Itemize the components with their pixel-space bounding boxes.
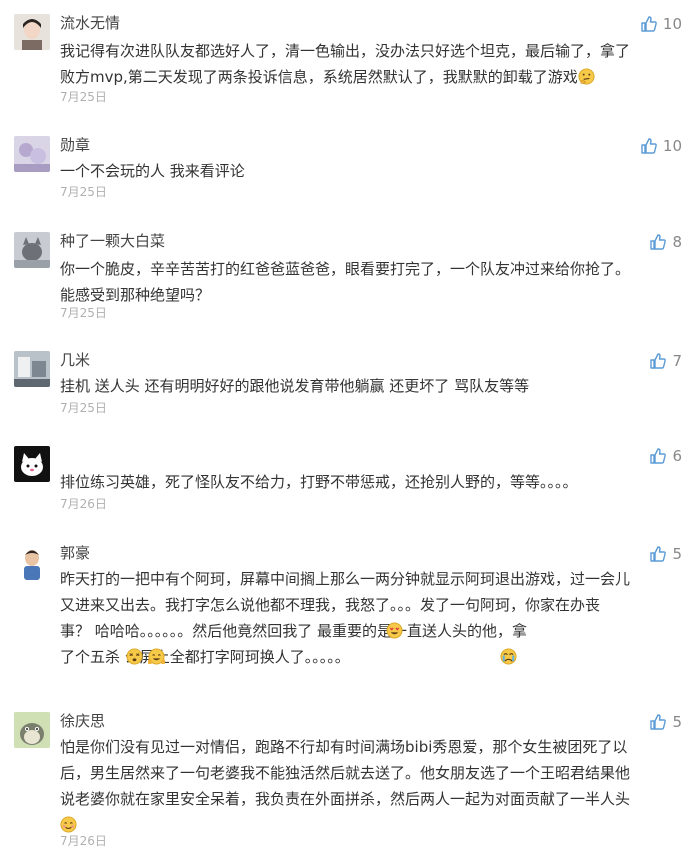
username[interactable]: 种了一颗大白菜 bbox=[60, 230, 165, 251]
comment-line: 怕是你们没有见过一对情侣，跑路不行却有时间满场bibi秀恩爱，那个女生被团死了以 bbox=[60, 738, 628, 756]
comment-line: 挂机 送人头 还有明明好好的跟他说发育带他躺赢 还更坏了 骂队友等等 bbox=[60, 377, 530, 395]
avatar[interactable] bbox=[14, 14, 50, 50]
like-count: 5 bbox=[672, 545, 682, 563]
thumbs-up-icon bbox=[650, 448, 667, 464]
like-count: 10 bbox=[662, 137, 682, 155]
comment-line: 说老婆你就在家里安全呆着，我负责在外面拼杀，然后两人一起为对面贡献了一半人头 bbox=[60, 790, 631, 808]
username[interactable]: 几米 bbox=[60, 349, 90, 370]
thumbs-up-icon bbox=[641, 16, 657, 32]
comment-line: 又进来又出去。我打字怎么说他都不理我，我怒了。。。发了一句阿珂，你家在办丧 bbox=[60, 596, 601, 614]
like-button[interactable]: 7 bbox=[650, 351, 682, 371]
room-photo-avatar bbox=[14, 351, 50, 387]
boy-photo-avatar bbox=[14, 544, 50, 580]
avatar[interactable] bbox=[14, 446, 50, 482]
comment-line-text: 败方mvp,第二天发现了两条投诉信息，系统居然默认了，我默默的卸载了游戏 bbox=[60, 68, 578, 86]
comment-date: 7月25日 bbox=[60, 90, 107, 104]
girl-photo-avatar bbox=[14, 14, 50, 50]
comment-date: 7月26日 bbox=[60, 834, 107, 848]
like-button[interactable]: 10 bbox=[641, 136, 682, 156]
comment-date: 7月26日 bbox=[60, 497, 107, 511]
comment-text: 一个不会玩的人 我来看评论 bbox=[60, 158, 680, 184]
like-button[interactable]: 5 bbox=[650, 544, 682, 564]
thumbs-up-icon bbox=[650, 353, 667, 369]
comment-text: 排位练习英雄，死了怪队友不给力，打野不带惩戒，还抢别人野的，等等。。。。 bbox=[60, 469, 680, 495]
cat-photo-avatar bbox=[14, 232, 50, 268]
comment-text: 你一个脆皮，辛辛苦苦打的红爸爸蓝爸爸，眼看要打完了，一个队友冲过来给你抢了。 能… bbox=[60, 256, 680, 308]
username[interactable]: 郭豪 bbox=[60, 542, 90, 563]
comment-text: 我记得有次进队队友都选好人了，清一色输出，没办法只好选个坦克，最后输了，拿了 败… bbox=[60, 38, 680, 90]
comment-text: 怕是你们没有见过一对情侣，跑路不行却有时间满场bibi秀恩爱，那个女生被团死了以… bbox=[60, 734, 680, 838]
comment-text: 昨天打的一把中有个阿珂，屏幕中间搁上那么一两分钟就显示阿珂退出游戏，过一会儿 又… bbox=[60, 566, 680, 670]
comment-line-text: 事？ 哈哈哈。。。。。。然后他竟然回我了 最重要的是一直送人头的他，拿 bbox=[60, 622, 528, 640]
blush-emoji-icon bbox=[60, 816, 77, 833]
avatar[interactable] bbox=[14, 712, 50, 748]
cartoon-cat-avatar bbox=[14, 446, 50, 482]
thinking-emoji-icon bbox=[578, 68, 595, 85]
comment-line: 了个五杀 公屏上全都打字阿珂换人了。。。。。 bbox=[60, 644, 680, 670]
avatar[interactable] bbox=[14, 544, 50, 580]
comment-line bbox=[60, 812, 680, 838]
like-button[interactable]: 8 bbox=[650, 232, 682, 252]
comment-date: 7月25日 bbox=[60, 401, 107, 415]
username[interactable]: 勋章 bbox=[60, 134, 90, 155]
thumbs-up-icon bbox=[641, 138, 657, 154]
totoro-avatar bbox=[14, 712, 50, 748]
username[interactable]: 徐庆思 bbox=[60, 710, 105, 731]
thumbs-up-icon bbox=[650, 714, 667, 730]
like-count: 5 bbox=[672, 713, 682, 731]
thumbs-up-icon bbox=[650, 546, 667, 562]
blurry-photo-avatar bbox=[14, 136, 50, 172]
like-button[interactable]: 6 bbox=[650, 446, 682, 466]
comment-line: 败方mvp,第二天发现了两条投诉信息，系统居然默认了，我默默的卸载了游戏 bbox=[60, 64, 680, 90]
comment-line: 排位练习英雄，死了怪队友不给力，打野不带惩戒，还抢别人野的，等等。。。。 bbox=[60, 473, 578, 491]
comment-line: 一个不会玩的人 我来看评论 bbox=[60, 162, 245, 180]
like-count: 8 bbox=[672, 233, 682, 251]
comment-line: 我记得有次进队队友都选好人了，清一色输出，没办法只好选个坦克，最后输了，拿了 bbox=[60, 42, 631, 60]
comment-line: 事？ 哈哈哈。。。。。。然后他竟然回我了 最重要的是一直送人头的他，拿 bbox=[60, 618, 680, 644]
like-count: 6 bbox=[672, 447, 682, 465]
comment-line-text: 了个五杀 公屏上全都打字阿珂换人了。。。。。 bbox=[60, 648, 350, 666]
username[interactable]: 流水无情 bbox=[60, 12, 120, 33]
avatar[interactable] bbox=[14, 136, 50, 172]
comment-line: 昨天打的一把中有个阿珂，屏幕中间搁上那么一两分钟就显示阿珂退出游戏，过一会儿 bbox=[60, 570, 631, 588]
avatar[interactable] bbox=[14, 232, 50, 268]
crying-emoji-icon bbox=[500, 648, 517, 665]
comment-text: 挂机 送人头 还有明明好好的跟他说发育带他躺赢 还更坏了 骂队友等等 bbox=[60, 373, 680, 399]
like-count: 10 bbox=[662, 15, 682, 33]
like-count: 7 bbox=[672, 352, 682, 370]
cheering-emoji-icon bbox=[148, 648, 165, 665]
dizzy-emoji-icon bbox=[126, 648, 143, 665]
comment-line: 后，男生居然来了一句老婆我不能独活然后就去送了。他女朋友选了一个王昭君结果他 bbox=[60, 764, 631, 782]
comment-line: 能感受到那种绝望吗？ bbox=[60, 286, 211, 304]
comment-line: 你一个脆皮，辛辛苦苦打的红爸爸蓝爸爸，眼看要打完了，一个队友冲过来给你抢了。 bbox=[60, 260, 631, 278]
thumbs-up-icon bbox=[650, 234, 667, 250]
heart-eyes-emoji-icon bbox=[386, 622, 403, 639]
comment-date: 7月25日 bbox=[60, 306, 107, 320]
like-button[interactable]: 10 bbox=[641, 14, 682, 34]
avatar[interactable] bbox=[14, 351, 50, 387]
comment-date: 7月25日 bbox=[60, 185, 107, 199]
like-button[interactable]: 5 bbox=[650, 712, 682, 732]
